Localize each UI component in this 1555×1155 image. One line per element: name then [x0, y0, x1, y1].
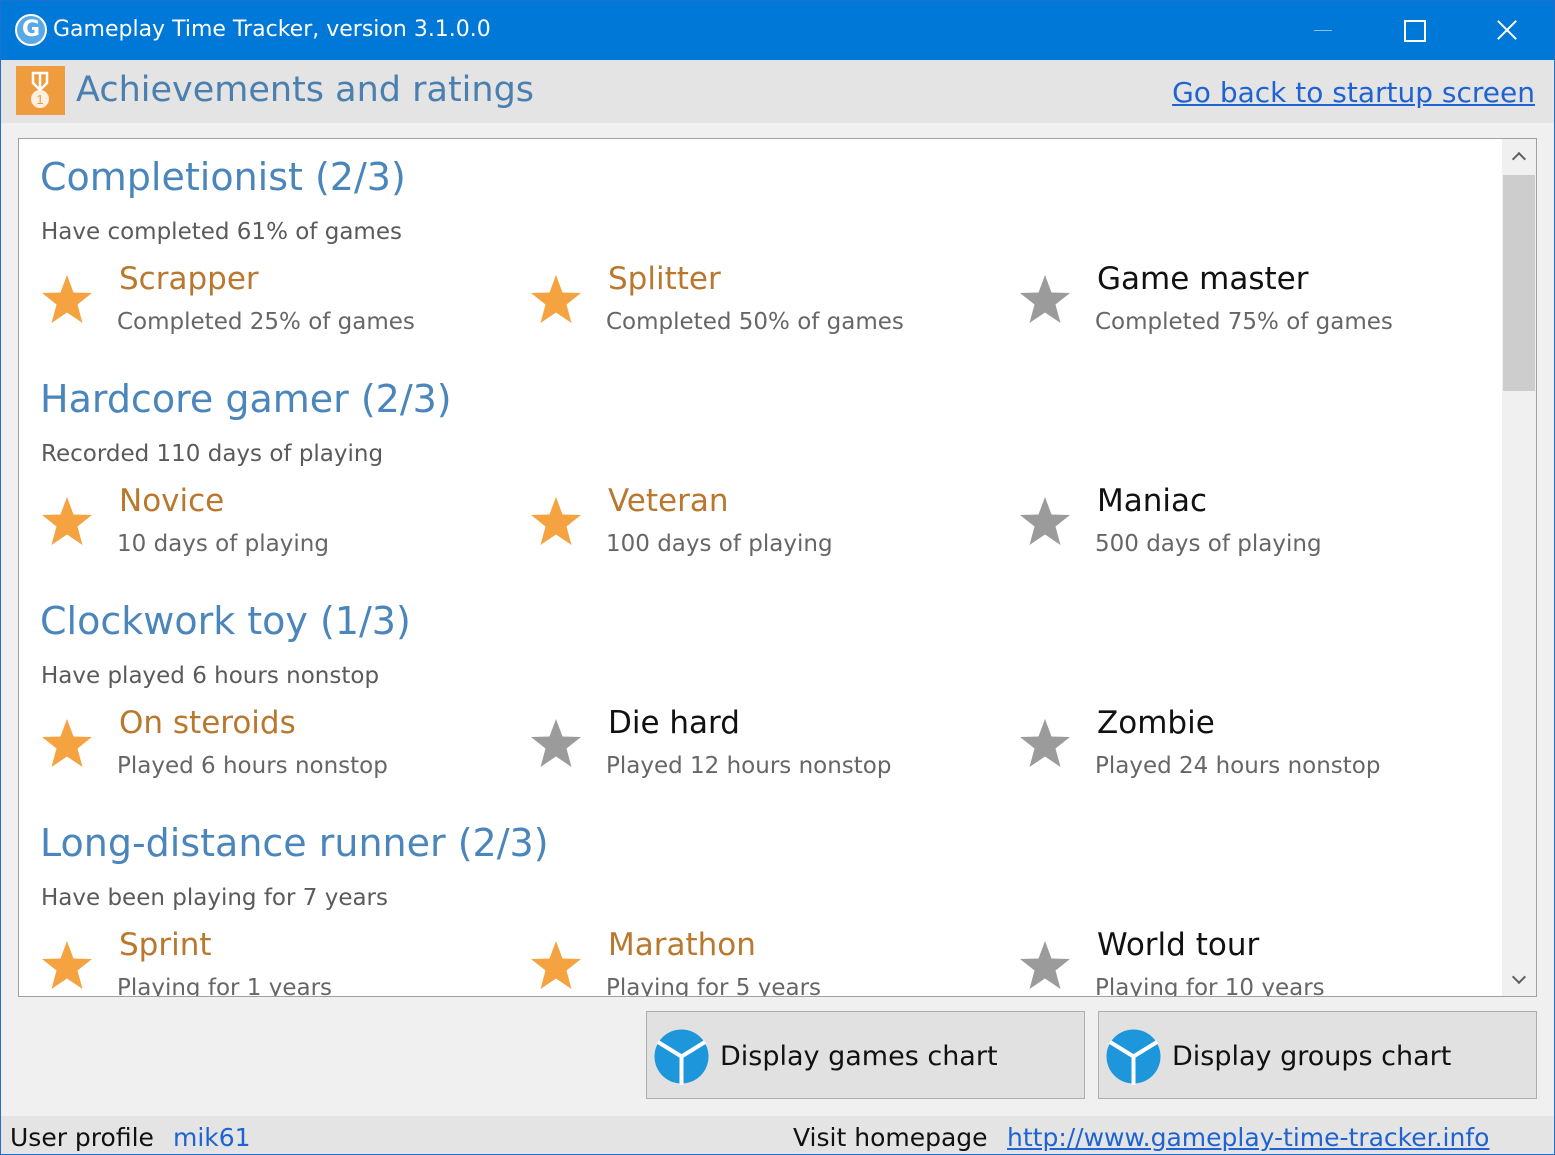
- achievement-item: Marathon Playing for 5 years: [529, 923, 1009, 997]
- achievement-name: Marathon: [608, 927, 756, 963]
- maximize-button[interactable]: [1369, 1, 1461, 60]
- games-chart-label: Display games chart: [720, 1041, 998, 1072]
- window-title: Gameplay Time Tracker, version 3.1.0.0: [53, 17, 491, 42]
- achievement-item: Maniac 500 days of playing: [1018, 479, 1498, 569]
- achievements-panel[interactable]: Completionist (2/3) Have completed 61% of…: [18, 138, 1537, 997]
- page-header: 1 Achievements and ratings Go back to st…: [1, 60, 1554, 123]
- achievement-name: Die hard: [608, 705, 740, 741]
- medal-icon: 1: [16, 66, 65, 115]
- group-description: Have been playing for 7 years: [41, 885, 388, 911]
- group-title: Completionist (2/3): [40, 155, 406, 199]
- star-locked-icon: [1020, 497, 1070, 545]
- achievement-name: Scrapper: [119, 261, 259, 297]
- group-title: Long-distance runner (2/3): [40, 821, 549, 865]
- user-profile-link[interactable]: mik61: [173, 1123, 251, 1152]
- achievement-description: Completed 25% of games: [117, 309, 415, 335]
- app-logo-icon: G: [15, 14, 47, 46]
- group-description: Have completed 61% of games: [41, 219, 402, 245]
- star-earned-icon: [531, 497, 581, 545]
- achievement-description: 100 days of playing: [606, 531, 833, 557]
- page-title: Achievements and ratings: [76, 70, 535, 110]
- group-description: Have played 6 hours nonstop: [41, 663, 380, 689]
- achievement-name: Splitter: [608, 261, 721, 297]
- status-bar: User profile mik61 Visit homepage http:/…: [1, 1116, 1554, 1154]
- scroll-down-button[interactable]: [1502, 962, 1536, 996]
- achievement-name: Veteran: [608, 483, 729, 519]
- achievement-group: Completionist (2/3) Have completed 61% of…: [40, 139, 1490, 361]
- star-locked-icon: [1020, 275, 1070, 323]
- achievement-name: Zombie: [1097, 705, 1215, 741]
- star-earned-icon: [42, 941, 92, 989]
- star-earned-icon: [531, 941, 581, 989]
- achievement-description: 10 days of playing: [117, 531, 329, 557]
- back-to-startup-link[interactable]: Go back to startup screen: [1172, 76, 1535, 109]
- minimize-button[interactable]: [1277, 1, 1369, 60]
- vertical-scrollbar[interactable]: [1502, 139, 1536, 996]
- group-title: Hardcore gamer (2/3): [40, 377, 452, 421]
- star-earned-icon: [42, 719, 92, 767]
- achievement-name: Maniac: [1097, 483, 1208, 519]
- star-locked-icon: [1020, 941, 1070, 989]
- achievement-item: Die hard Played 12 hours nonstop: [529, 701, 1009, 791]
- achievement-description: Played 24 hours nonstop: [1095, 753, 1381, 779]
- achievement-group: Clockwork toy (1/3) Have played 6 hours n…: [40, 583, 1490, 805]
- achievement-description: Played 6 hours nonstop: [117, 753, 388, 779]
- display-groups-chart-button[interactable]: Display groups chart: [1098, 1011, 1537, 1099]
- star-locked-icon: [531, 719, 581, 767]
- achievement-group: Long-distance runner (2/3) Have been play…: [40, 805, 1490, 997]
- pie-chart-icon: [1106, 1029, 1161, 1085]
- achievement-item: Zombie Played 24 hours nonstop: [1018, 701, 1498, 791]
- user-profile-label: User profile: [10, 1123, 154, 1152]
- achievement-item: Scrapper Completed 25% of games: [40, 257, 520, 347]
- star-earned-icon: [42, 275, 92, 323]
- achievement-group: Hardcore gamer (2/3) Recorded 110 days of…: [40, 361, 1490, 583]
- achievement-name: Game master: [1097, 261, 1309, 297]
- star-earned-icon: [42, 497, 92, 545]
- achievement-name: Novice: [119, 483, 225, 519]
- achievement-name: Sprint: [119, 927, 212, 963]
- svg-text:1: 1: [36, 92, 43, 107]
- achievement-name: World tour: [1097, 927, 1260, 963]
- achievement-item: On steroids Played 6 hours nonstop: [40, 701, 520, 791]
- scroll-up-button[interactable]: [1502, 139, 1536, 173]
- groups-chart-label: Display groups chart: [1172, 1041, 1452, 1072]
- pie-chart-icon: [654, 1029, 709, 1085]
- title-bar[interactable]: G Gameplay Time Tracker, version 3.1.0.0: [1, 1, 1554, 60]
- achievement-item: World tour Playing for 10 years: [1018, 923, 1498, 997]
- achievement-description: Completed 50% of games: [606, 309, 904, 335]
- group-title: Clockwork toy (1/3): [40, 599, 411, 643]
- achievement-description: Playing for 5 years: [606, 975, 822, 997]
- achievement-item: Sprint Playing for 1 years: [40, 923, 520, 997]
- close-button[interactable]: [1461, 1, 1553, 60]
- achievement-item: Splitter Completed 50% of games: [529, 257, 1009, 347]
- visit-homepage-label: Visit homepage: [793, 1123, 988, 1152]
- app-window: G Gameplay Time Tracker, version 3.1.0.0…: [1, 1, 1554, 1154]
- display-games-chart-button[interactable]: Display games chart: [646, 1011, 1085, 1099]
- achievement-description: Playing for 1 years: [117, 975, 333, 997]
- achievement-description: Playing for 10 years: [1095, 975, 1325, 997]
- achievement-item: Veteran 100 days of playing: [529, 479, 1009, 569]
- group-description: Recorded 110 days of playing: [41, 441, 384, 467]
- achievement-description: 500 days of playing: [1095, 531, 1322, 557]
- star-earned-icon: [531, 275, 581, 323]
- scroll-thumb[interactable]: [1503, 175, 1535, 391]
- achievement-description: Completed 75% of games: [1095, 309, 1393, 335]
- achievement-item: Game master Completed 75% of games: [1018, 257, 1498, 347]
- achievement-name: On steroids: [119, 705, 296, 741]
- homepage-link[interactable]: http://www.gameplay-time-tracker.info: [1007, 1123, 1489, 1152]
- star-locked-icon: [1020, 719, 1070, 767]
- achievement-item: Novice 10 days of playing: [40, 479, 520, 569]
- achievement-description: Played 12 hours nonstop: [606, 753, 892, 779]
